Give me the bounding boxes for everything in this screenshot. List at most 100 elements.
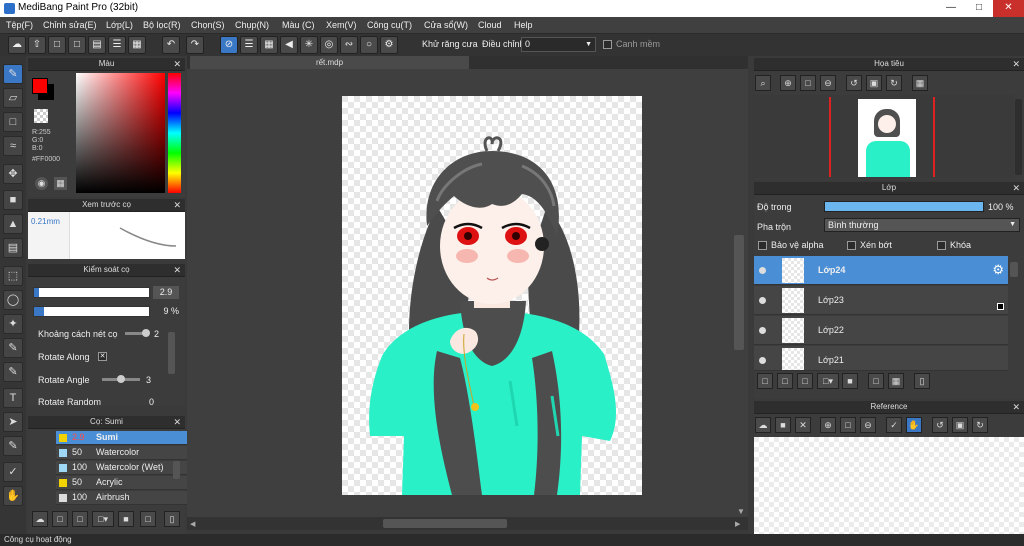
layer-row[interactable]: Lớp24 ⚙	[754, 256, 1008, 285]
reference-hand-icon[interactable]: ✋	[906, 417, 922, 433]
visibility-eye-icon[interactable]	[759, 357, 766, 364]
brush-cloud-icon[interactable]: ☁	[32, 511, 48, 527]
rotate-left-icon[interactable]: ↺	[846, 75, 862, 91]
zoom-out-icon[interactable]: ⊖	[820, 75, 836, 91]
copy-brush-icon[interactable]: □	[72, 511, 88, 527]
hand-tool-icon[interactable]: ✋	[3, 486, 23, 506]
brush-tool-icon[interactable]: ✎	[3, 64, 23, 84]
edge-checkbox[interactable]	[603, 40, 612, 49]
primary-color-swatch[interactable]	[32, 78, 48, 94]
reference-eyedropper-icon[interactable]: ✓	[886, 417, 902, 433]
gradient-tool-icon[interactable]: ▤	[3, 238, 23, 258]
menu-cloud[interactable]: Cloud	[478, 20, 502, 30]
reference-zoom-out-icon[interactable]: ⊖	[860, 417, 876, 433]
symmetry-icon[interactable]: ○	[360, 36, 378, 54]
reference-fit-icon[interactable]: ▣	[952, 417, 968, 433]
canvas-horizontal-scrollbar[interactable]	[383, 519, 507, 528]
concentric-icon[interactable]: ◎	[320, 36, 338, 54]
brush-trash-icon[interactable]: ▯	[164, 511, 180, 527]
brush-duplicate-icon[interactable]: □	[140, 511, 156, 527]
comment-icon[interactable]: □	[48, 36, 66, 54]
panel-close-icon[interactable]: ✕	[173, 264, 181, 276]
merge-layer-icon[interactable]: ▦	[888, 373, 904, 389]
document-tab[interactable]: rết.mdp	[190, 56, 469, 69]
menu-view[interactable]: Xem(V)	[326, 20, 357, 30]
minimize-button[interactable]: —	[937, 0, 965, 17]
operation-tool-icon[interactable]: ➤	[3, 412, 23, 432]
delete-layer-icon[interactable]: ▯	[914, 373, 930, 389]
divide-tool-icon[interactable]: ✎	[3, 436, 23, 456]
reference-cloud-icon[interactable]: ☁	[755, 417, 771, 433]
new-brush-icon[interactable]: □	[52, 511, 68, 527]
redo-icon[interactable]: ↷	[186, 36, 204, 54]
eyedropper-icon[interactable]: ✓	[3, 462, 23, 482]
rotate-right-icon[interactable]: ↻	[886, 75, 902, 91]
scroll-down-icon[interactable]: ▼	[737, 507, 745, 516]
scroll-left-icon[interactable]: ◀	[190, 520, 195, 528]
panel-close-icon[interactable]: ✕	[1012, 401, 1020, 413]
menu-select[interactable]: Chọn(S)	[191, 20, 225, 30]
menu-filter[interactable]: Bộ lọc(R)	[143, 20, 181, 30]
new-file-icon[interactable]: □	[68, 36, 86, 54]
select-eraser-icon[interactable]: ✎	[3, 362, 23, 382]
cloud-icon[interactable]: ☁	[8, 36, 26, 54]
canvas-vertical-scrollbar[interactable]	[734, 235, 744, 350]
new-halftone-layer-icon[interactable]: □	[777, 373, 793, 389]
text-tool-icon[interactable]: T	[3, 388, 23, 408]
reference-rotate-left-icon[interactable]: ↺	[932, 417, 948, 433]
reference-close-icon[interactable]: ✕	[795, 417, 811, 433]
maximize-button[interactable]: □	[965, 0, 993, 17]
panel-close-icon[interactable]: ✕	[1012, 182, 1020, 194]
select-rect-icon[interactable]: ⬚	[3, 266, 23, 286]
brush-spacing-knob[interactable]	[142, 329, 150, 337]
hue-slider[interactable]	[168, 73, 181, 193]
lines-icon[interactable]: ☰	[240, 36, 258, 54]
zoom-in-icon[interactable]: ⊕	[780, 75, 796, 91]
close-button[interactable]: ✕	[993, 0, 1024, 17]
saturation-value-picker[interactable]	[76, 73, 165, 193]
menu-capture[interactable]: Chụp(N)	[235, 20, 269, 30]
scroll-right-icon[interactable]: ▶	[735, 520, 740, 528]
fill-shape-icon[interactable]: ■	[3, 190, 23, 210]
panel-close-icon[interactable]: ✕	[173, 416, 181, 428]
lasso-icon[interactable]: ◯	[3, 290, 23, 310]
palette-icon[interactable]: ◉	[35, 177, 48, 190]
brush-control-scrollbar[interactable]	[168, 332, 175, 374]
reference-zoom-in-icon[interactable]: ⊕	[820, 417, 836, 433]
brush-opacity-slider[interactable]	[33, 306, 150, 317]
panel-close-icon[interactable]: ✕	[1012, 58, 1020, 70]
visibility-eye-icon[interactable]	[759, 327, 766, 334]
drawing-canvas[interactable]	[342, 96, 642, 495]
layer-list-scrollbar[interactable]	[1010, 262, 1018, 277]
move-tool-icon[interactable]: ✥	[3, 164, 23, 184]
reference-rotate-right-icon[interactable]: ↻	[972, 417, 988, 433]
flip-icon[interactable]: ▦	[912, 75, 928, 91]
new-layer-icon[interactable]: □	[757, 373, 773, 389]
fit-window-icon[interactable]: ▣	[866, 75, 882, 91]
duplicate-layer-icon[interactable]: □	[868, 373, 884, 389]
bucket-tool-icon[interactable]: ▲	[3, 214, 23, 234]
settings-gear-icon[interactable]: ⚙	[380, 36, 398, 54]
rotate-angle-knob[interactable]	[117, 375, 125, 383]
clipping-checkbox[interactable]	[847, 241, 856, 250]
brush-list-scrollbar[interactable]	[173, 461, 180, 479]
radial-icon[interactable]: ✳	[300, 36, 318, 54]
visibility-eye-icon[interactable]	[759, 267, 766, 274]
add-brush-dropdown-icon[interactable]: □▾	[92, 511, 114, 527]
dot-tool-icon[interactable]: ≈	[3, 136, 23, 156]
add-layer-dropdown-icon[interactable]: □▾	[817, 373, 839, 389]
menu-color[interactable]: Màu (C)	[282, 20, 315, 30]
blend-mode-select[interactable]: Bình thường ▼	[824, 218, 1020, 232]
eraser-tool-icon[interactable]: ▱	[3, 88, 23, 108]
rotate-along-checkbox[interactable]: ✕	[98, 352, 107, 361]
brush-folder-icon[interactable]: ■	[118, 511, 134, 527]
rect-tool-icon[interactable]: □	[3, 112, 23, 132]
list-icon[interactable]: ☰	[108, 36, 126, 54]
magic-wand-icon[interactable]: ✦	[3, 314, 23, 334]
reference-open-icon[interactable]: ■	[775, 417, 791, 433]
prohibit-icon[interactable]: ⊘	[220, 36, 238, 54]
menu-edit[interactable]: Chỉnh sửa(E)	[43, 20, 97, 30]
share-icon[interactable]: ⇧	[28, 36, 46, 54]
canvas-area[interactable]: ▼	[187, 69, 748, 517]
layer-opacity-slider[interactable]	[824, 201, 984, 212]
